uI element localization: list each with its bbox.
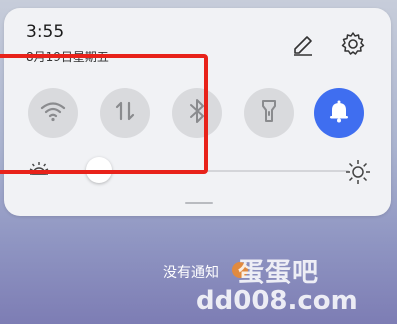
- brightness-high-icon: [344, 158, 372, 190]
- flashlight-tile[interactable]: [244, 88, 294, 138]
- bell-icon: [328, 99, 350, 127]
- gear-icon[interactable]: [338, 29, 368, 59]
- watermark-brand: 蛋蛋吧: [238, 258, 320, 288]
- highlight-box: [0, 54, 208, 174]
- flashlight-icon: [260, 98, 278, 128]
- panel-drag-handle[interactable]: [185, 202, 213, 204]
- clock-time: 3:55: [26, 22, 65, 42]
- notification-bell-tile[interactable]: [314, 88, 364, 138]
- watermark-url: dd008.com: [196, 286, 358, 316]
- no-notifications-text: 没有通知: [163, 265, 219, 281]
- pencil-icon[interactable]: [288, 30, 318, 60]
